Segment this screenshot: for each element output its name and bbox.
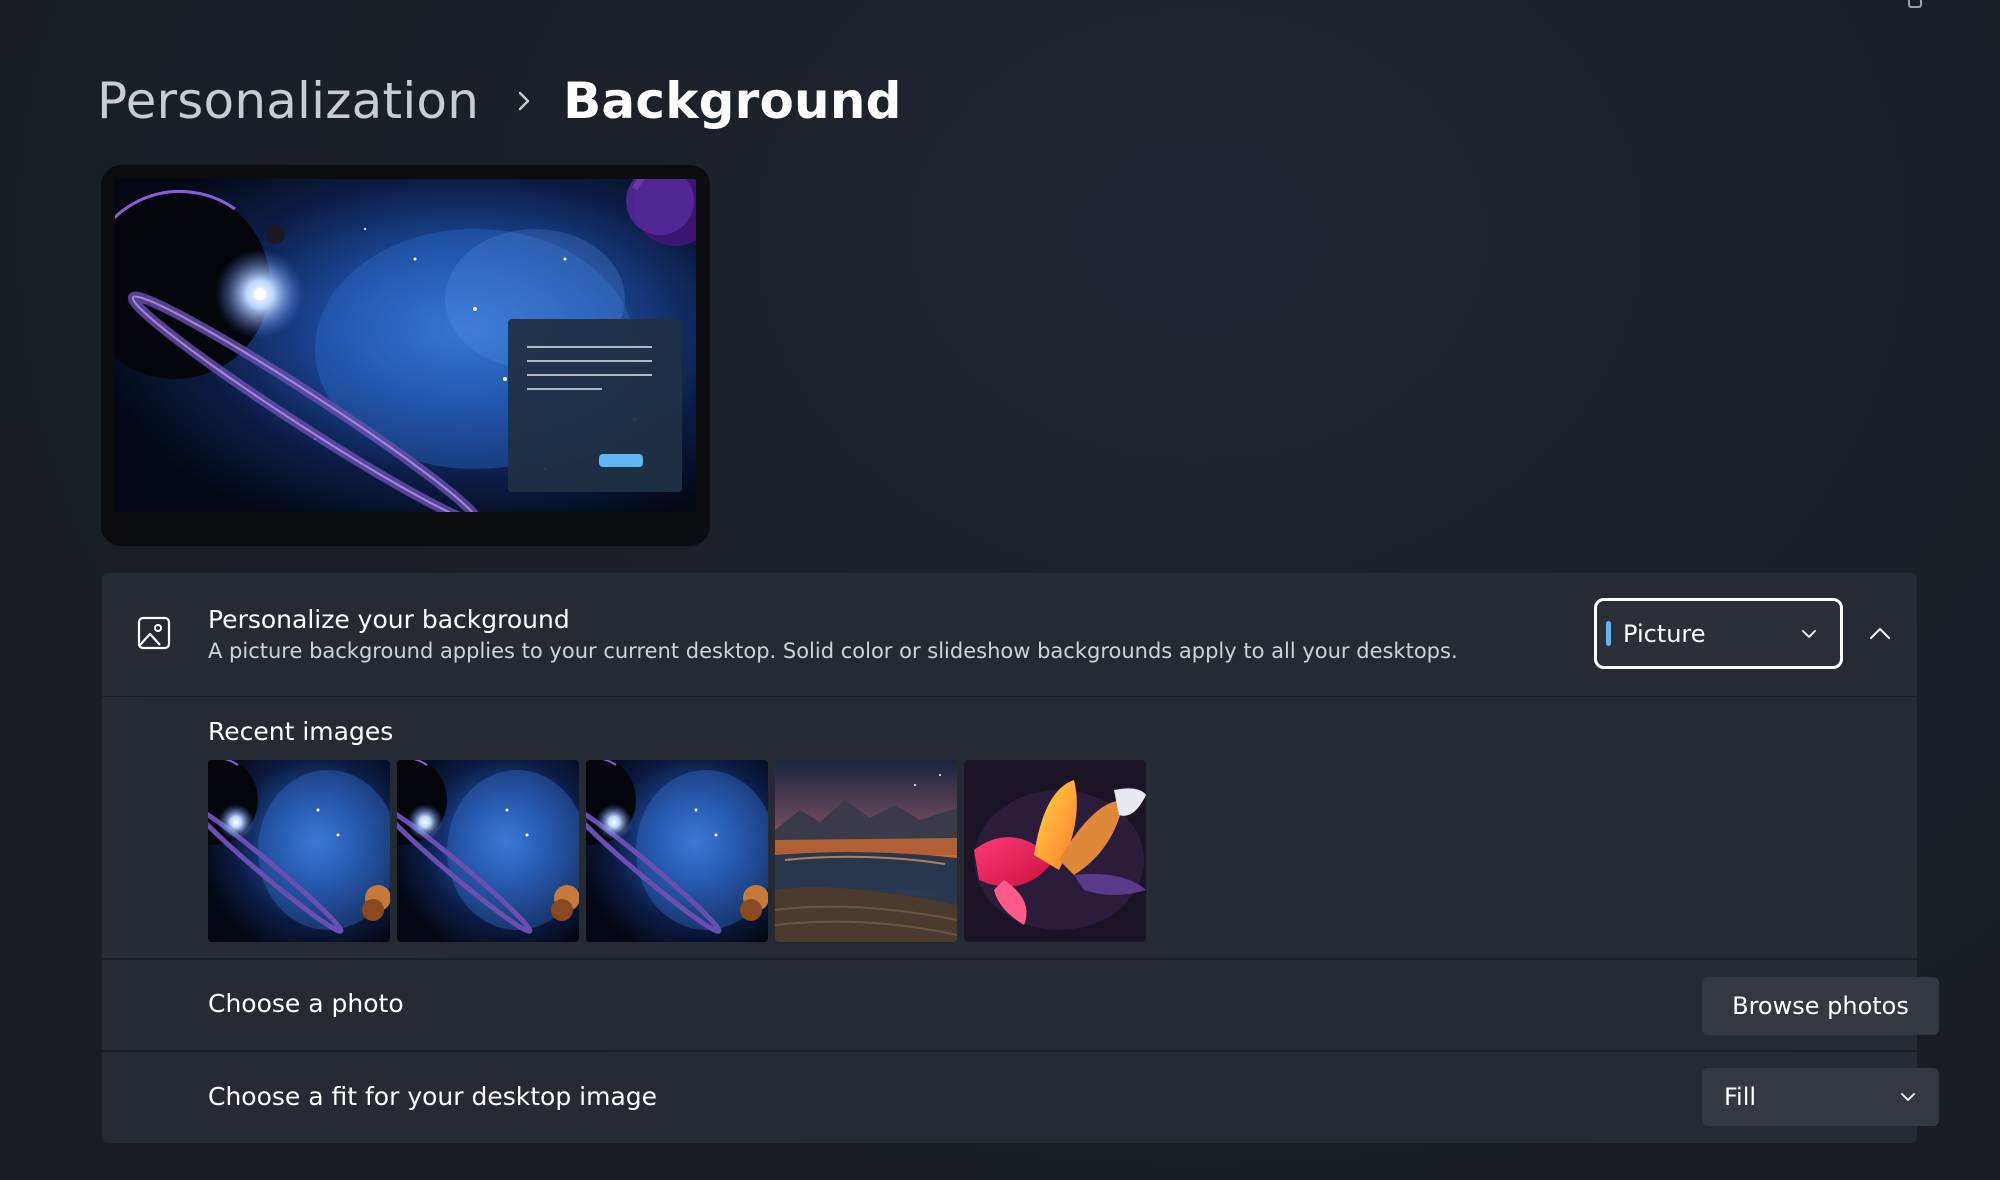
chevron-down-icon <box>1899 1088 1917 1106</box>
collapse-button[interactable] <box>1862 615 1898 651</box>
window-control-icon[interactable] <box>1908 0 1922 8</box>
choose-photo-label: Choose a photo <box>208 989 404 1018</box>
page-title: Background <box>563 72 902 130</box>
recent-images-title: Recent images <box>208 717 394 746</box>
chevron-up-icon <box>1870 628 1890 639</box>
browse-photos-button[interactable]: Browse photos <box>1702 977 1939 1035</box>
personalize-background-card: Personalize your background A picture ba… <box>102 573 1917 696</box>
background-type-value: Picture <box>1623 619 1706 648</box>
breadcrumb: Personalization Background <box>97 64 902 138</box>
desktop-preview <box>101 165 710 546</box>
recent-image-thumbnail[interactable] <box>586 760 768 942</box>
breadcrumb-parent-link[interactable]: Personalization <box>97 72 479 130</box>
personalize-description: A picture background applies to your cur… <box>208 639 1458 663</box>
choose-photo-row: Choose a photo Browse photos <box>102 960 1939 1050</box>
preview-wallpaper <box>115 179 696 512</box>
fit-value: Fill <box>1724 1083 1757 1111</box>
recent-image-thumbnail[interactable] <box>208 760 390 942</box>
recent-images-card: Recent images <box>102 697 1917 958</box>
choose-fit-row: Choose a fit for your desktop image Fill <box>102 1052 1939 1143</box>
chevron-right-icon <box>513 90 535 112</box>
recent-image-thumbnail[interactable] <box>775 760 957 942</box>
background-type-dropdown[interactable]: Picture <box>1594 598 1843 669</box>
recent-images-list <box>208 760 1146 942</box>
dropdown-focus-indicator <box>1606 621 1611 646</box>
recent-image-thumbnail[interactable] <box>397 760 579 942</box>
fit-dropdown[interactable]: Fill <box>1702 1068 1939 1126</box>
personalize-title: Personalize your background <box>208 605 570 634</box>
recent-image-thumbnail[interactable] <box>964 760 1146 942</box>
chevron-down-icon <box>1800 625 1818 643</box>
picture-icon <box>136 615 172 651</box>
choose-fit-label: Choose a fit for your desktop image <box>208 1082 658 1111</box>
